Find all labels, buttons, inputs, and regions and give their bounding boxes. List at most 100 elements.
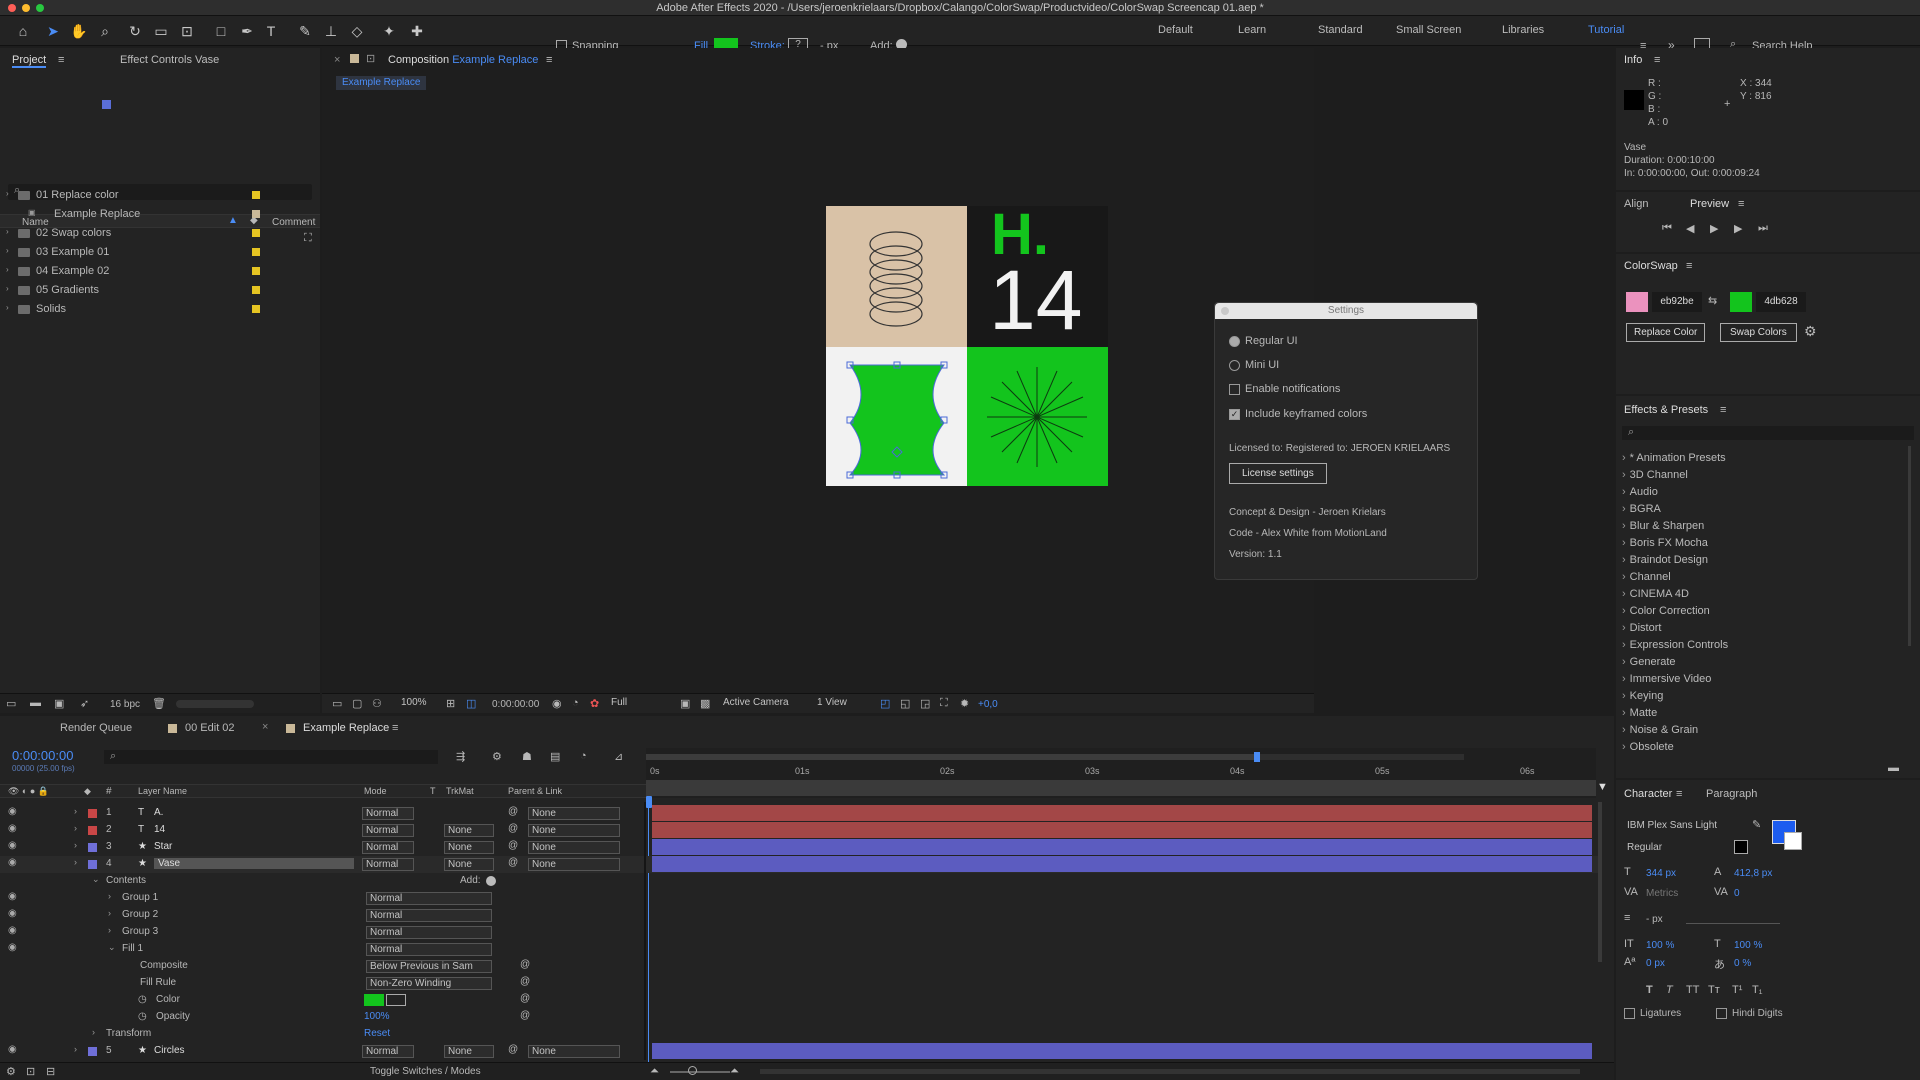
layer-duration-bar[interactable] <box>652 839 1592 855</box>
effects-category[interactable]: › Immersive Video <box>1622 673 1711 685</box>
new-folder-icon[interactable]: ▬ <box>30 697 41 709</box>
effects-category[interactable]: › Distort <box>1622 622 1661 634</box>
add-content-icon[interactable] <box>486 876 496 886</box>
exposure-value[interactable]: +0,0 <box>978 699 998 710</box>
effects-category[interactable]: › Noise & Grain <box>1622 724 1698 736</box>
project-item[interactable]: › Solids <box>0 300 320 319</box>
layer-duration-bar[interactable] <box>652 822 1592 838</box>
label-color-swatch[interactable] <box>88 1047 97 1056</box>
disclosure-triangle-icon[interactable]: ⌄ <box>92 874 100 885</box>
disclosure-triangle-icon[interactable]: › <box>74 806 77 816</box>
label-color-swatch[interactable] <box>252 267 260 275</box>
disclosure-triangle-icon[interactable]: › <box>1622 469 1626 481</box>
disclosure-triangle-icon[interactable]: › <box>1622 588 1626 600</box>
subscript-icon[interactable]: T₁ <box>1752 984 1762 996</box>
column-parent[interactable]: Parent & Link <box>508 786 562 796</box>
timeline-menu-icon[interactable]: ≡ <box>392 722 398 734</box>
effects-category[interactable]: › 3D Channel <box>1622 469 1688 481</box>
snapshot-icon[interactable]: ◉ <box>552 697 562 710</box>
group-blend-mode-select[interactable]: Normal <box>366 892 492 905</box>
composition-canvas[interactable]: H. 14 <box>826 206 1108 486</box>
composition-flowchart-icon[interactable]: ⇶ <box>456 750 465 763</box>
disclosure-triangle-icon[interactable]: › <box>1622 707 1626 719</box>
gear-icon[interactable]: ⚙ <box>1804 323 1817 340</box>
work-area-bar[interactable] <box>646 754 1254 760</box>
layer-trkmat-select[interactable]: None <box>444 841 494 854</box>
zoom-out-icon[interactable]: ⏶ <box>650 1065 659 1078</box>
brush-tool-icon[interactable]: ✎ <box>296 22 314 40</box>
parent-pickwhip-icon[interactable]: @ <box>508 823 518 834</box>
visibility-eye-icon[interactable]: ◉ <box>8 942 17 953</box>
target-color-swatch[interactable] <box>1730 292 1752 312</box>
vertical-scale-value[interactable]: 100 % <box>1646 940 1674 951</box>
label-color-swatch[interactable] <box>88 826 97 835</box>
puppet-tool-icon[interactable]: ✚ <box>408 22 426 40</box>
group-row[interactable]: ◉ › Group 2 Normal <box>0 907 1600 924</box>
effects-category[interactable]: › Keying <box>1622 690 1663 702</box>
black-swatch[interactable] <box>1734 840 1748 854</box>
workspace-standard[interactable]: Standard <box>1318 24 1363 36</box>
layer-row[interactable]: ◉ › 5 ★ Circles Normal None @ None <box>0 1043 1600 1060</box>
layer-name[interactable]: Vase <box>154 858 354 869</box>
home-icon[interactable]: ⌂ <box>14 22 32 40</box>
group-row[interactable]: ◉ › Group 1 Normal <box>0 890 1600 907</box>
ligatures-checkbox[interactable]: Ligatures <box>1624 1008 1681 1019</box>
disclosure-triangle-icon[interactable]: › <box>74 857 77 867</box>
font-style-select[interactable]: Regular <box>1624 842 1736 855</box>
layer-mode-select[interactable]: Normal <box>362 824 414 837</box>
project-item[interactable]: › 01 Replace color <box>0 186 320 205</box>
fill-rule-select[interactable]: Non-Zero Winding <box>366 977 492 990</box>
target-color-hex[interactable]: 4db628 <box>1756 292 1806 312</box>
effects-scrollbar[interactable] <box>1908 446 1911 646</box>
swap-colors-button[interactable]: Swap Colors <box>1720 323 1797 342</box>
eyedropper-icon[interactable]: ✎ <box>1752 818 1761 831</box>
column-divider[interactable] <box>644 802 646 1060</box>
hindi-digits-checkbox[interactable]: Hindi Digits <box>1716 1008 1783 1019</box>
tab-effects-presets[interactable]: Effects & Presets <box>1624 404 1708 416</box>
eyedropper-icon[interactable] <box>386 994 406 1006</box>
layer-duration-bar[interactable] <box>652 805 1592 821</box>
disclosure-triangle-icon[interactable]: › <box>108 908 111 918</box>
lock-icon[interactable]: ⊡ <box>366 52 375 65</box>
selection-tool-icon[interactable]: ➤ <box>44 22 62 40</box>
colorswap-menu-icon[interactable]: ≡ <box>1686 260 1692 272</box>
project-menu-icon[interactable]: ≡ <box>58 54 64 66</box>
render-icon[interactable]: ➶ <box>80 697 89 710</box>
project-item[interactable]: › 04 Example 02 <box>0 262 320 281</box>
disclosure-triangle-icon[interactable]: › <box>6 246 9 255</box>
zoom-slider[interactable] <box>670 1071 730 1073</box>
type-tool-icon[interactable]: T <box>262 22 280 40</box>
play-icon[interactable]: ▶ <box>1710 222 1718 235</box>
expression-pickwhip-icon[interactable]: @ <box>520 976 530 987</box>
column-layer-name[interactable]: Layer Name <box>138 786 187 796</box>
disclosure-triangle-icon[interactable]: › <box>1622 673 1626 685</box>
kerning-value[interactable]: Metrics <box>1646 888 1678 899</box>
label-color-swatch[interactable] <box>252 286 260 294</box>
reset-link[interactable]: Reset <box>364 1028 390 1039</box>
label-color-swatch[interactable] <box>252 305 260 313</box>
zoom-tool-icon[interactable]: ⌕ <box>96 22 114 40</box>
last-frame-icon[interactable]: ⏭ <box>1758 222 1768 235</box>
disclosure-triangle-icon[interactable]: › <box>74 840 77 850</box>
stroke-width-value[interactable]: - px <box>1646 914 1663 925</box>
disclosure-triangle-icon[interactable]: › <box>1622 656 1626 668</box>
expression-pickwhip-icon[interactable]: @ <box>520 959 530 970</box>
toggle-pixel-icon[interactable]: ◰ <box>880 697 890 710</box>
disclosure-triangle-icon[interactable]: › <box>74 823 77 833</box>
disclosure-triangle-icon[interactable]: › <box>1622 537 1626 549</box>
contents-row[interactable]: ⌄ Contents Add: <box>0 873 1600 890</box>
disclosure-triangle-icon[interactable]: › <box>108 891 111 901</box>
settings-close-icon[interactable] <box>1221 307 1229 315</box>
tab-character[interactable]: Character <box>1624 788 1672 800</box>
disclosure-triangle-icon[interactable]: › <box>1622 486 1626 498</box>
layer-name[interactable]: Circles <box>154 1045 185 1056</box>
label-color-swatch[interactable] <box>88 860 97 869</box>
tracking-value[interactable]: 0 <box>1734 888 1740 899</box>
timeline-horizontal-scrollbar[interactable] <box>760 1069 1580 1074</box>
layer-mode-select[interactable]: Normal <box>362 807 414 820</box>
transfer-controls-icon[interactable]: ⊡ <box>26 1065 35 1078</box>
tab-example-replace[interactable]: Example Replace <box>286 722 389 734</box>
workspace-libraries[interactable]: Libraries <box>1502 24 1544 36</box>
visibility-eye-icon[interactable]: ◉ <box>8 857 17 868</box>
shy-icon[interactable]: ☗ <box>522 750 532 763</box>
